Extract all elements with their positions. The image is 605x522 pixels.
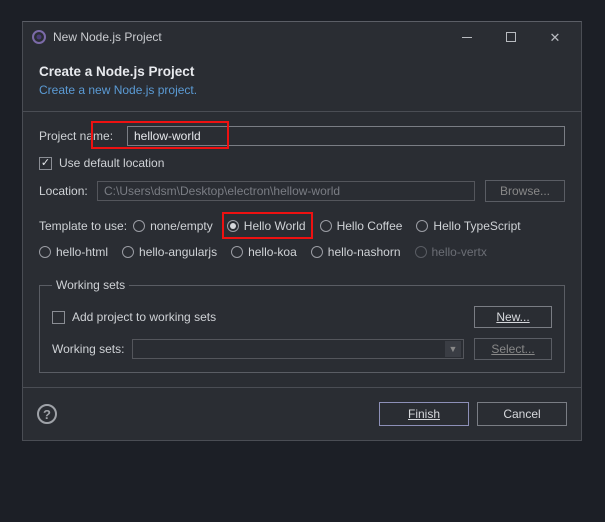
maximize-button[interactable]	[489, 23, 533, 51]
project-name-label: Project name:	[39, 129, 127, 143]
radio-hello-html[interactable]: hello-html	[39, 243, 113, 261]
working-sets-legend: Working sets	[52, 278, 129, 292]
working-sets-group: Working sets Add project to working sets…	[39, 278, 565, 373]
new-project-dialog: New Node.js Project ✕ Create a Node.js P…	[22, 21, 582, 441]
header-subtitle: Create a new Node.js project.	[39, 83, 565, 97]
eclipse-icon	[31, 29, 47, 45]
radio-hello-world[interactable]: Hello World	[227, 217, 311, 235]
template-group: Template to use: none/empty Hello World …	[39, 214, 565, 264]
window-title: New Node.js Project	[53, 30, 445, 44]
add-to-working-sets-checkbox[interactable]	[52, 311, 65, 324]
radio-hello-coffee[interactable]: Hello Coffee	[320, 217, 408, 235]
cancel-button[interactable]: Cancel	[477, 402, 567, 426]
location-label: Location:	[39, 184, 97, 198]
dialog-header: Create a Node.js Project Create a new No…	[23, 52, 581, 112]
finish-button[interactable]: Finish	[379, 402, 469, 426]
working-sets-dropdown: ▼	[132, 339, 464, 359]
close-button[interactable]: ✕	[533, 23, 577, 51]
browse-button: Browse...	[485, 180, 565, 202]
help-icon[interactable]: ?	[37, 404, 57, 424]
dialog-footer: ? Finish Cancel	[23, 387, 581, 440]
radio-hello-typescript[interactable]: Hello TypeScript	[416, 217, 525, 235]
location-input	[97, 181, 475, 201]
working-sets-new-button[interactable]: New...	[474, 306, 552, 328]
radio-hello-koa[interactable]: hello-koa	[231, 243, 302, 261]
header-title: Create a Node.js Project	[39, 64, 565, 79]
chevron-down-icon: ▼	[445, 341, 461, 357]
template-label: Template to use:	[39, 219, 127, 233]
working-sets-select-button: Select...	[474, 338, 552, 360]
radio-hello-angularjs[interactable]: hello-angularjs	[122, 243, 222, 261]
use-default-location-label: Use default location	[59, 156, 164, 170]
working-sets-label: Working sets:	[52, 342, 132, 356]
titlebar[interactable]: New Node.js Project ✕	[23, 22, 581, 52]
dialog-content: Project name: ✓ Use default location Loc…	[23, 112, 581, 387]
add-to-working-sets-label: Add project to working sets	[72, 310, 474, 324]
use-default-location-checkbox[interactable]: ✓	[39, 157, 52, 170]
radio-hello-nashorn[interactable]: hello-nashorn	[311, 243, 406, 261]
minimize-button[interactable]	[445, 23, 489, 51]
project-name-input[interactable]	[127, 126, 565, 146]
radio-none-empty[interactable]: none/empty	[133, 217, 218, 235]
radio-hello-vertx: hello-vertx	[415, 243, 492, 261]
